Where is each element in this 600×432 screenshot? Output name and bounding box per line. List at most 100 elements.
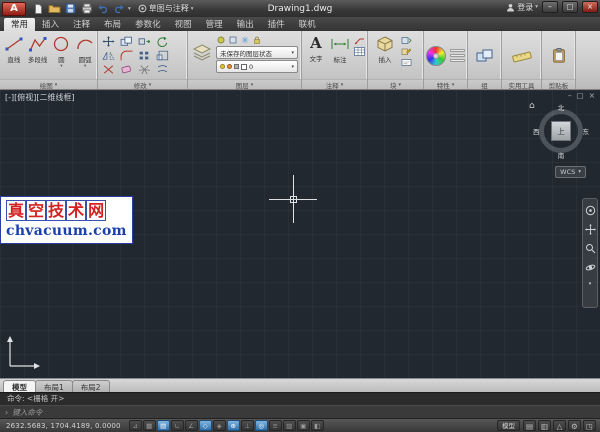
- zoom-icon[interactable]: [585, 243, 596, 254]
- qnew-button[interactable]: [32, 2, 45, 15]
- table-icon[interactable]: [354, 47, 365, 56]
- ribbon-tab-layout[interactable]: 布局: [97, 18, 128, 31]
- arc-tool[interactable]: 圆弧 ▾: [73, 32, 97, 79]
- ribbon-tab-annotate[interactable]: 注释: [66, 18, 97, 31]
- transparency-toggle[interactable]: ▨: [283, 420, 296, 431]
- color-dropdown[interactable]: [450, 49, 465, 52]
- qat-chevron-down-icon[interactable]: ▾: [128, 6, 131, 12]
- ribbon-tab-plugins[interactable]: 插件: [261, 18, 292, 31]
- lineweight-toggle[interactable]: ≡: [269, 420, 282, 431]
- ribbon-tab-view[interactable]: 视图: [168, 18, 199, 31]
- modify-panel-label[interactable]: 修改▾: [98, 79, 187, 89]
- ribbon-tab-parametric[interactable]: 参数化: [128, 18, 168, 31]
- annotation-scale-icon[interactable]: △: [553, 420, 566, 431]
- viewcube-north-label[interactable]: 北: [558, 102, 565, 112]
- quick-view-layouts-icon[interactable]: ▤: [523, 420, 536, 431]
- wcs-dropdown[interactable]: WCS ▾: [555, 166, 586, 178]
- grid-display-toggle[interactable]: ▤: [157, 420, 170, 431]
- draw-panel-label[interactable]: 绘图▾: [0, 79, 97, 89]
- text-tool[interactable]: A 文字: [304, 32, 328, 79]
- orbit-icon[interactable]: [585, 262, 596, 273]
- viewcube-top-face[interactable]: 上: [551, 121, 571, 141]
- layer-isolate-icon[interactable]: [229, 36, 237, 44]
- layer-dropdown[interactable]: 0 ▾: [216, 60, 298, 73]
- plot-button[interactable]: [80, 2, 93, 15]
- ribbon-tab-manage[interactable]: 管理: [199, 18, 230, 31]
- open-button[interactable]: [48, 2, 61, 15]
- arc-flyout-chevron-icon[interactable]: ▾: [84, 64, 86, 69]
- restore-button[interactable]: ▢: [562, 1, 578, 13]
- polyline-tool[interactable]: 多段线: [26, 32, 50, 79]
- move-tool[interactable]: [100, 35, 117, 48]
- drawing-canvas[interactable]: [-][俯视][二维线框] – ▢ × ⌂ 北 南 西 东 上 WCS ▾ ▾: [0, 90, 600, 378]
- paste-icon[interactable]: [551, 47, 567, 64]
- save-button[interactable]: [64, 2, 77, 15]
- circle-tool[interactable]: 圆 ▾: [50, 32, 74, 79]
- circle-flyout-chevron-icon[interactable]: ▾: [60, 64, 62, 69]
- insert-block-tool[interactable]: 插入: [371, 32, 399, 79]
- model-space-button[interactable]: 模型: [497, 420, 520, 431]
- linetype-dropdown[interactable]: [450, 59, 465, 62]
- redo-button[interactable]: [112, 2, 125, 15]
- command-input[interactable]: [12, 408, 600, 417]
- infer-constraints-toggle[interactable]: ⊿: [129, 420, 142, 431]
- fillet-tool[interactable]: [118, 49, 135, 62]
- dynamic-ucs-toggle[interactable]: ⊥: [241, 420, 254, 431]
- rotate-tool[interactable]: [154, 35, 171, 48]
- line-tool[interactable]: 直线: [2, 32, 26, 79]
- layers-panel-label[interactable]: 图层▾: [188, 79, 301, 89]
- block-attributes-icon[interactable]: [401, 58, 412, 67]
- color-wheel-icon[interactable]: [426, 46, 446, 66]
- lineweight-dropdown[interactable]: [450, 54, 465, 57]
- quick-view-drawings-icon[interactable]: ▥: [538, 420, 551, 431]
- viewcube-west-label[interactable]: 西: [533, 126, 540, 136]
- viewcube[interactable]: ⌂ 北 南 西 东 上: [534, 104, 588, 158]
- layout1-tab[interactable]: 布局1: [35, 380, 73, 392]
- clean-screen-icon[interactable]: ◳: [583, 420, 596, 431]
- dimension-tool[interactable]: 标注: [328, 32, 352, 79]
- copy-tool[interactable]: [118, 35, 135, 48]
- pan-icon[interactable]: [585, 224, 596, 235]
- undo-button[interactable]: [96, 2, 109, 15]
- workspace-switching-icon[interactable]: ⚙: [568, 420, 581, 431]
- quick-properties-toggle[interactable]: ▣: [297, 420, 310, 431]
- doc-restore-button[interactable]: ▢: [577, 91, 584, 100]
- snap-mode-toggle[interactable]: ▦: [143, 420, 156, 431]
- selection-cycling-toggle[interactable]: ◧: [311, 420, 324, 431]
- scale-tool[interactable]: [154, 49, 171, 62]
- clipboard-panel-label[interactable]: 剪贴板: [542, 79, 575, 89]
- viewcube-east-label[interactable]: 东: [583, 126, 590, 136]
- properties-panel-label[interactable]: 特性▾: [424, 79, 467, 89]
- doc-minimize-button[interactable]: –: [568, 91, 572, 100]
- ribbon-tab-insert[interactable]: 插入: [35, 18, 66, 31]
- layer-off-icon[interactable]: [217, 36, 225, 44]
- utilities-panel-label[interactable]: 实用工具: [502, 79, 541, 89]
- navbar-chevron-icon[interactable]: ▾: [589, 281, 592, 287]
- viewcube-south-label[interactable]: 南: [558, 150, 565, 160]
- annotation-panel-label[interactable]: 注释▾: [302, 79, 367, 89]
- minimize-button[interactable]: –: [542, 1, 558, 13]
- viewcube-home-icon[interactable]: ⌂: [529, 101, 535, 111]
- workspace-switcher[interactable]: 草图与注释 ▾: [138, 3, 194, 14]
- leader-icon[interactable]: [354, 36, 365, 45]
- mirror-tool[interactable]: [100, 49, 117, 62]
- coordinate-display[interactable]: 2632.5683, 1704.4189, 0.0000: [0, 422, 129, 430]
- edit-block-icon[interactable]: [401, 47, 412, 56]
- group-icon[interactable]: [475, 48, 495, 64]
- doc-close-button[interactable]: ×: [589, 91, 595, 100]
- offset-tool[interactable]: [154, 63, 171, 76]
- layer-properties-button[interactable]: [191, 34, 213, 77]
- array-tool[interactable]: [136, 49, 153, 62]
- measure-icon[interactable]: [511, 48, 533, 64]
- ribbon-tab-output[interactable]: 输出: [230, 18, 261, 31]
- group-panel-label[interactable]: 组: [468, 79, 501, 89]
- layout2-tab[interactable]: 布局2: [72, 380, 110, 392]
- object-snap-toggle[interactable]: ◇: [199, 420, 212, 431]
- layer-state-dropdown[interactable]: 未保存的图层状态 ▾: [216, 46, 298, 59]
- viewport-controls[interactable]: [-][俯视][二维线框]: [5, 92, 75, 103]
- ortho-mode-toggle[interactable]: ∟: [171, 420, 184, 431]
- ribbon-tab-online[interactable]: 联机: [292, 18, 323, 31]
- trim-tool[interactable]: [100, 63, 117, 76]
- 3d-object-snap-toggle[interactable]: ◈: [213, 420, 226, 431]
- stretch-tool[interactable]: [136, 35, 153, 48]
